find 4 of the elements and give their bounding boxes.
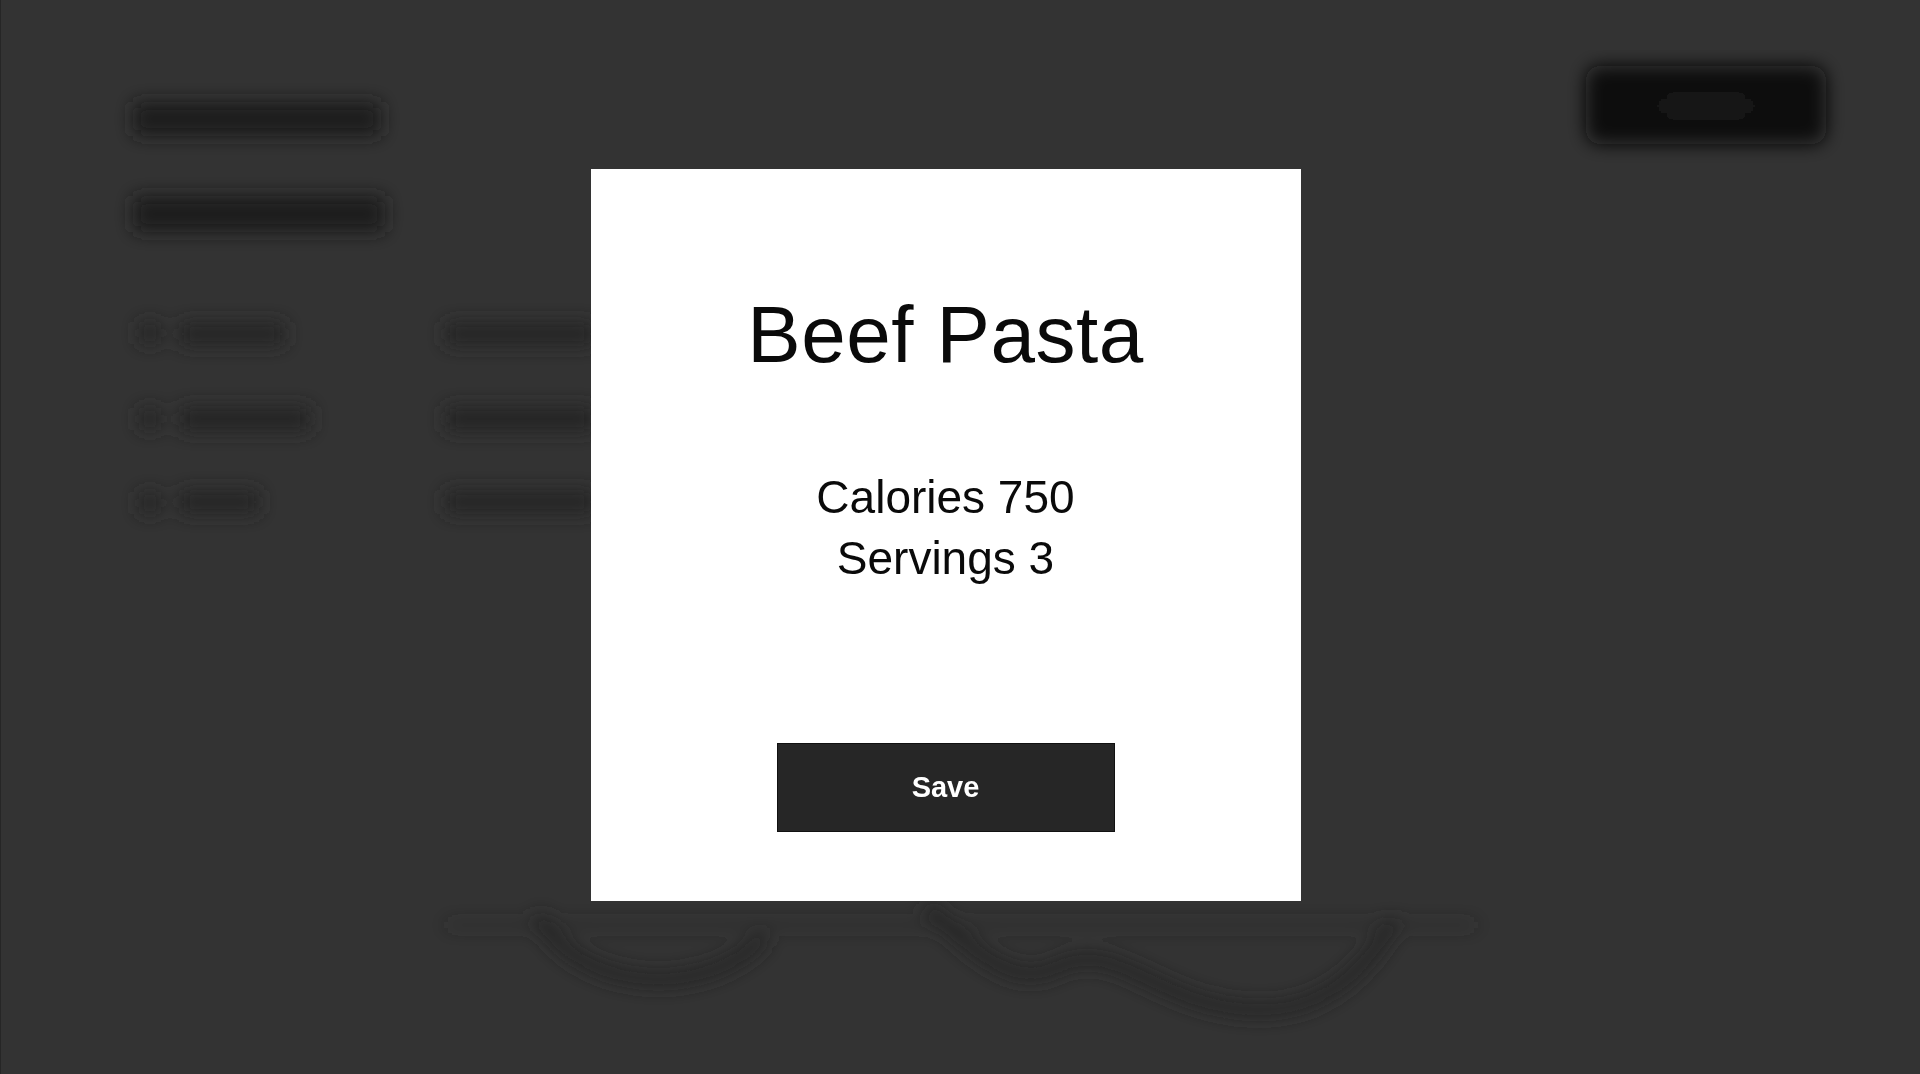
save-button[interactable]: Save: [776, 743, 1115, 832]
recipe-detail: Calories 750: [816, 470, 1075, 525]
dialog-title: Beef Pasta: [747, 295, 1144, 375]
recipe-detail: Servings 3: [836, 531, 1055, 586]
